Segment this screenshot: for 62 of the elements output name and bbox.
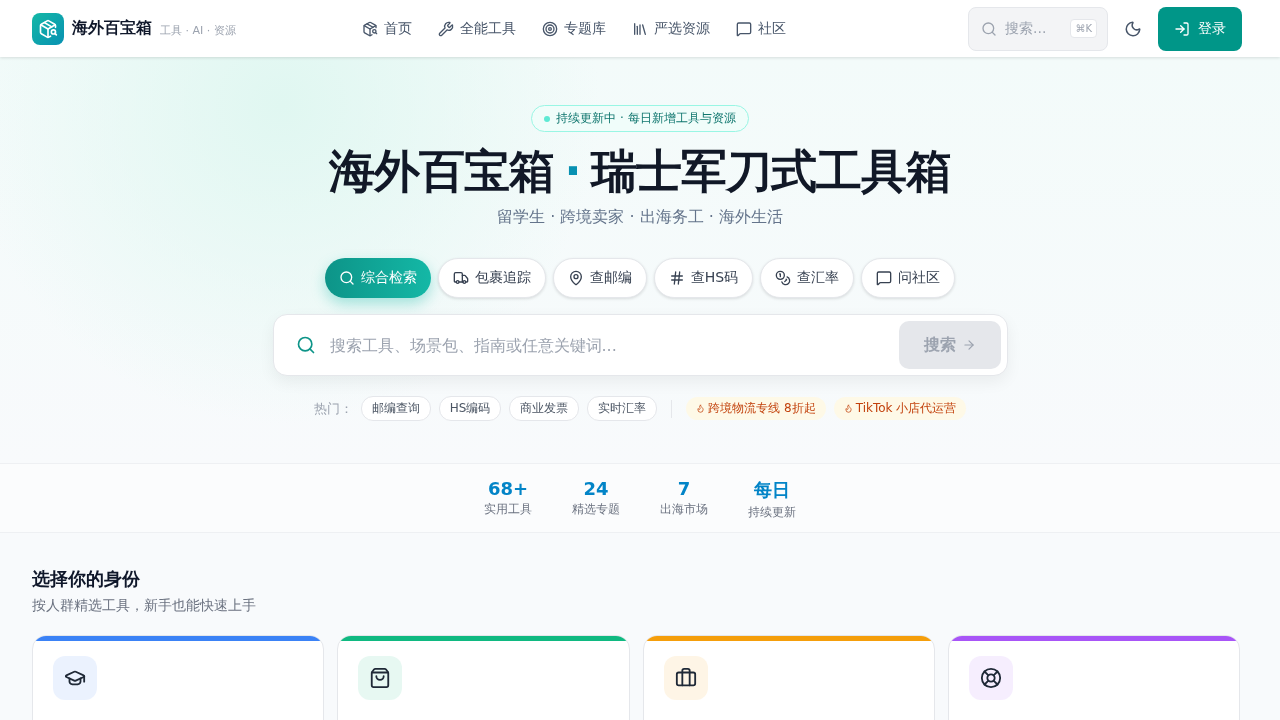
shopping-bag-icon xyxy=(358,656,403,700)
search-icon xyxy=(338,270,355,287)
hot-tag[interactable]: 实时汇率 xyxy=(587,396,658,422)
stat-label: 持续更新 xyxy=(748,504,796,521)
section-subtitle: 按人群精选工具，新手也能快速上手 xyxy=(32,597,257,615)
nav-link[interactable]: 首页 xyxy=(352,13,422,44)
stat-value: 7 xyxy=(677,478,691,499)
stat-value: 68+ xyxy=(487,478,529,499)
stat-value: 24 xyxy=(583,478,609,499)
hero-title: 海外百宝箱 xyxy=(329,144,555,200)
nav-link[interactable]: 专题库 xyxy=(532,13,616,44)
stat-label: 精选专题 xyxy=(572,501,620,518)
package-icon xyxy=(362,20,378,37)
stat-label: 出海市场 xyxy=(660,501,708,518)
stat-value: 每日 xyxy=(754,478,790,502)
chat-icon xyxy=(736,20,752,37)
brand-tagline: 工具 · AI · 资源 xyxy=(160,23,236,38)
search-mode-tab[interactable]: 查HS码 xyxy=(653,258,754,299)
hot-label: 热门： xyxy=(313,399,353,418)
logo-icon xyxy=(32,12,64,45)
identity-card[interactable] xyxy=(947,635,1240,720)
status-badge: 持续更新中 · 每日新增工具与资源 xyxy=(531,105,749,132)
brand-name: 海外百宝箱 xyxy=(72,18,152,39)
hash-icon xyxy=(668,270,685,287)
shortcut-hint: ⌘K xyxy=(1070,19,1097,38)
theme-toggle-button[interactable] xyxy=(1124,19,1142,38)
login-icon xyxy=(1174,20,1190,37)
hot-tag[interactable]: 邮编查询 xyxy=(360,396,431,422)
nav-link[interactable]: 全能工具 xyxy=(428,13,526,44)
search-mode-tab[interactable]: 查邮编 xyxy=(552,258,647,299)
search-mode-tab[interactable]: 问社区 xyxy=(861,258,956,299)
nav-link[interactable]: 严选资源 xyxy=(622,13,720,44)
search-icon xyxy=(295,335,316,356)
identity-card[interactable] xyxy=(337,635,630,720)
hot-tag[interactable]: HS编码 xyxy=(438,396,502,422)
lifebuoy-icon xyxy=(968,656,1013,700)
identity-card[interactable] xyxy=(32,635,325,720)
wrench-icon xyxy=(438,20,454,37)
search-mode-tab[interactable]: 查汇率 xyxy=(760,258,855,299)
hero-subtitle: 留学生 · 跨境卖家 · 出海务工 · 海外生活 xyxy=(497,207,783,229)
graduation-cap-icon xyxy=(53,656,97,700)
promo-link[interactable]: TikTok 小店代运营 xyxy=(833,397,967,421)
hot-tag[interactable]: 商业发票 xyxy=(509,396,580,422)
title-separator: · xyxy=(564,144,581,200)
promo-link[interactable]: 跨境物流专线 8折起 xyxy=(686,397,826,421)
search-mode-tab[interactable]: 包裹追踪 xyxy=(437,258,546,299)
section-title: 选择你的身份 xyxy=(32,567,141,591)
truck-icon xyxy=(452,270,469,287)
chat-icon xyxy=(876,270,893,287)
nav-link[interactable]: 社区 xyxy=(726,13,796,44)
hero-title: 瑞士军刀式工具箱 xyxy=(590,144,951,200)
flame-icon xyxy=(696,404,706,414)
identity-card[interactable] xyxy=(642,635,935,720)
target-icon xyxy=(542,20,558,37)
login-button[interactable]: 登录 xyxy=(1158,6,1242,51)
coins-icon xyxy=(775,270,792,287)
library-icon xyxy=(632,20,648,37)
briefcase-icon xyxy=(663,656,708,700)
search-icon xyxy=(981,20,997,37)
flame-icon xyxy=(843,404,853,414)
stat-label: 实用工具 xyxy=(484,501,532,518)
map-pin-icon xyxy=(567,270,584,287)
